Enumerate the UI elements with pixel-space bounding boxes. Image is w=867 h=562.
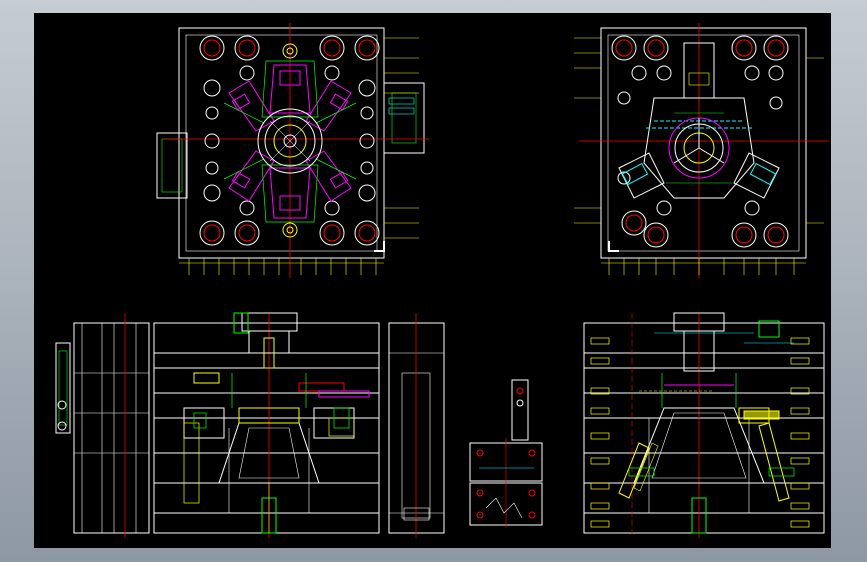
cad-drawing-canvas[interactable] <box>34 13 831 548</box>
bottom-right-section-view <box>583 312 825 538</box>
top-right-plan-view <box>574 23 829 278</box>
bottom-left-section-view <box>55 312 445 538</box>
top-left-plan-view <box>156 23 429 278</box>
bottom-middle-detail-view <box>469 379 543 528</box>
cad-drawing <box>55 23 829 538</box>
